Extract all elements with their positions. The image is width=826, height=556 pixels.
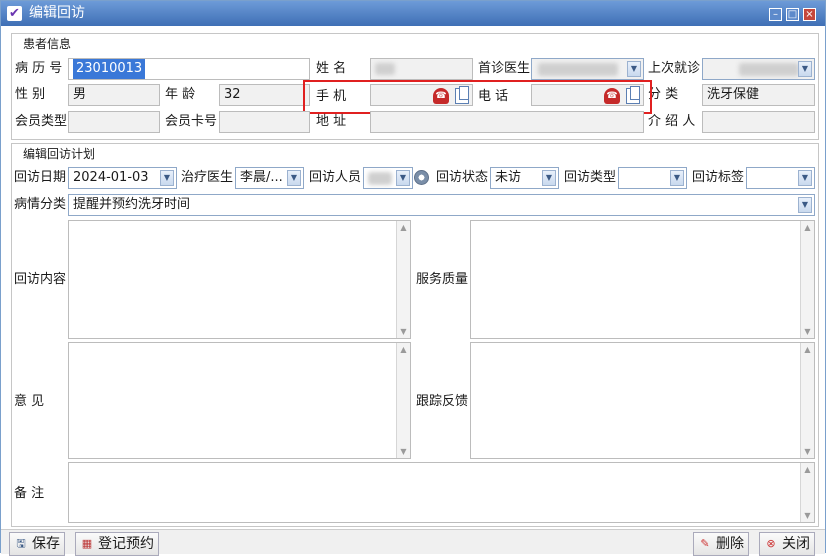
save-button[interactable]: 🖫 保存 (9, 532, 65, 556)
category-label: 分 类 (648, 87, 679, 102)
chevron-down-icon[interactable]: ▼ (670, 170, 684, 186)
calendar-icon: ▦ (81, 537, 93, 550)
chevron-down-icon[interactable]: ▼ (798, 197, 812, 213)
record-no-field[interactable]: 23010013 (68, 58, 310, 80)
delete-button[interactable]: ✎ 删除 (693, 532, 749, 556)
chevron-down-icon[interactable]: ▼ (798, 61, 812, 77)
status-label: 回访状态 (436, 170, 489, 185)
date-label: 回访日期 (14, 170, 67, 185)
staff-select[interactable]: ▼ (363, 167, 413, 189)
quality-textarea[interactable]: ▲ ▼ (470, 220, 815, 339)
redacted-staff (368, 172, 392, 185)
register-appointment-button[interactable]: ▦ 登记预约 (75, 532, 159, 556)
settings-gear-icon[interactable] (414, 170, 429, 185)
chevron-down-icon[interactable]: ▼ (396, 170, 410, 186)
staff-label: 回访人员 (309, 170, 362, 185)
close-icon: ⊗ (766, 537, 776, 550)
save-icon: 🖫 (16, 537, 26, 550)
delete-icon: ✎ (700, 537, 710, 550)
first-doctor-label: 首诊医生 (478, 61, 531, 76)
address-label: 地 址 (316, 114, 347, 129)
minimize-button[interactable]: – (769, 8, 782, 21)
status-value: 未访 (495, 170, 522, 185)
referrer-field[interactable] (702, 111, 815, 133)
content-textarea[interactable]: ▲ ▼ (68, 220, 411, 339)
scrollbar[interactable]: ▲ ▼ (396, 343, 410, 458)
bottom-toolbar: 🖫 保存 ▦ 登记预约 ✎ 删除 ⊗ 关闭 (1, 529, 825, 556)
type-label: 回访类型 (564, 170, 617, 185)
date-select[interactable]: 2024-01-03 ▼ (68, 167, 177, 189)
scrollbar[interactable]: ▲ ▼ (800, 343, 814, 458)
redacted-date (739, 63, 799, 76)
gender-field[interactable]: 男 (68, 84, 160, 106)
remark-label: 备 注 (14, 486, 45, 501)
first-doctor-select[interactable]: ▼ (531, 58, 644, 80)
content-label: 回访内容 (14, 272, 67, 287)
highlight-box (303, 80, 652, 114)
member-type-field[interactable] (68, 111, 160, 133)
condition-select[interactable]: 提醒并预约洗牙时间 ▼ (68, 194, 815, 216)
feedback-textarea[interactable]: ▲ ▼ (470, 342, 815, 459)
name-field[interactable] (370, 58, 473, 80)
chevron-down-icon[interactable]: ▼ (798, 170, 812, 186)
chevron-down-icon[interactable]: ▼ (160, 170, 174, 186)
scrollbar[interactable]: ▲ ▼ (800, 463, 814, 522)
patient-info-title: 患者信息 (23, 37, 72, 51)
last-visit-label: 上次就诊 (648, 61, 701, 76)
condition-value: 提醒并预约洗牙时间 (73, 197, 191, 212)
gender-label: 性 别 (15, 87, 46, 102)
maximize-button[interactable]: □ (786, 8, 799, 21)
redacted-name (375, 63, 395, 75)
quality-label: 服务质量 (416, 272, 469, 287)
tag-select[interactable]: ▼ (746, 167, 815, 189)
category-field[interactable]: 洗牙保健 (702, 84, 815, 106)
checkmark-app-icon: ✔ (7, 6, 22, 21)
member-card-field[interactable] (219, 111, 310, 133)
chevron-down-icon[interactable]: ▼ (542, 170, 556, 186)
remark-textarea[interactable]: ▲ ▼ (68, 462, 815, 523)
referrer-label: 介 绍 人 (648, 114, 696, 129)
scrollbar[interactable]: ▲ ▼ (396, 221, 410, 338)
tag-label: 回访标签 (692, 170, 745, 185)
chevron-down-icon[interactable]: ▼ (627, 61, 641, 77)
title-bar: ✔ 编辑回访 – □ × (1, 1, 825, 26)
scrollbar[interactable]: ▲ ▼ (800, 221, 814, 338)
last-visit-select[interactable]: ▼ (702, 58, 815, 80)
doctor-value: 李晨/... (240, 170, 283, 185)
opinion-textarea[interactable]: ▲ ▼ (68, 342, 411, 459)
doctor-label: 治疗医生 (181, 170, 234, 185)
name-label: 姓 名 (316, 61, 347, 76)
close-window-button[interactable]: × (803, 8, 816, 21)
edit-followup-window: ✔ 编辑回访 – □ × 患者信息 病 历 号 23010013 姓 名 首诊医… (0, 0, 826, 556)
followup-plan-title: 编辑回访计划 (23, 147, 96, 161)
age-label: 年 龄 (165, 87, 196, 102)
record-no-label: 病 历 号 (15, 61, 63, 76)
redacted-doctor (538, 63, 618, 76)
chevron-down-icon[interactable]: ▼ (287, 170, 301, 186)
record-no-value: 23010013 (73, 59, 146, 79)
status-select[interactable]: 未访 ▼ (490, 167, 559, 189)
member-type-label: 会员类型 (15, 114, 68, 129)
age-field[interactable]: 32 (219, 84, 310, 106)
date-value: 2024-01-03 (73, 170, 149, 185)
doctor-select[interactable]: 李晨/... ▼ (235, 167, 304, 189)
type-select[interactable]: ▼ (618, 167, 687, 189)
condition-label: 病情分类 (14, 197, 67, 212)
feedback-label: 跟踪反馈 (416, 394, 469, 409)
address-field[interactable] (370, 111, 644, 133)
window-title: 编辑回访 (29, 5, 85, 21)
opinion-label: 意 见 (14, 394, 45, 409)
close-button[interactable]: ⊗ 关闭 (759, 532, 815, 556)
member-card-label: 会员卡号 (165, 114, 218, 129)
